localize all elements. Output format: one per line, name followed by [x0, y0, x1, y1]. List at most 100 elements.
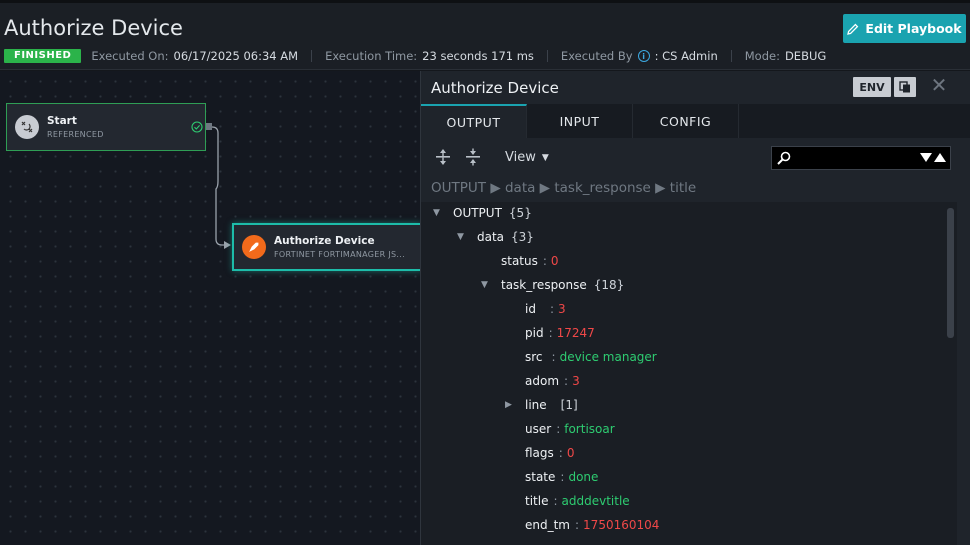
caret-down-icon[interactable]: ▼	[433, 208, 447, 218]
execution-header: Authorize Device Edit Playbook FINISHED …	[0, 0, 970, 70]
executed-by-label: Executed By	[560, 49, 633, 63]
view-label: View	[505, 150, 536, 165]
prev-match-icon[interactable]	[934, 153, 946, 162]
edit-playbook-button[interactable]: Edit Playbook	[843, 14, 966, 43]
start-node[interactable]: Start REFERENCED	[6, 103, 206, 151]
tree-value: fortisoar	[564, 422, 615, 436]
tree-row-line[interactable]: ▶ line [1]	[505, 394, 578, 416]
tree-value: 0	[550, 254, 559, 268]
tree-value: adddevtitle	[561, 494, 630, 508]
tree-value: 17247	[556, 326, 595, 340]
executed-by-value: : CS Admin	[654, 49, 718, 63]
tree-key: task_response	[501, 278, 587, 292]
tree-row-flags[interactable]: flags: 0	[525, 442, 574, 464]
tree-row-task-response[interactable]: ▼ task_response {18}	[481, 274, 624, 296]
execution-time: Execution Time: 23 seconds 171 ms	[325, 49, 534, 63]
executed-by: Executed By i : CS Admin	[561, 49, 718, 63]
authorize-node-title: Authorize Device	[274, 235, 375, 247]
next-match-icon[interactable]	[920, 153, 932, 162]
expand-all-icon[interactable]	[434, 148, 452, 166]
authorize-node-subtitle: FORTINET FORTIMANAGER JS...	[274, 250, 405, 259]
view-dropdown[interactable]: View ▼	[505, 150, 549, 165]
tree-key: status	[501, 254, 538, 268]
tree-key: id	[525, 302, 536, 316]
tree-value: device manager	[559, 350, 657, 364]
fortinet-icon	[242, 235, 266, 259]
executed-on-value: 06/17/2025 06:34 AM	[173, 49, 299, 63]
tree-count: [1]	[560, 398, 578, 412]
panel-title: Authorize Device	[431, 79, 559, 97]
copy-button[interactable]	[894, 77, 916, 97]
tree-row-title[interactable]: title: adddevtitle	[525, 490, 630, 512]
tree-key: flags	[525, 446, 554, 460]
tree-count: {5}	[508, 206, 532, 220]
tree-row-adom[interactable]: adom: 3	[525, 370, 580, 392]
edit-playbook-label: Edit Playbook	[865, 21, 962, 36]
panel-tabs: OUTPUT INPUT CONFIG	[421, 104, 970, 138]
executed-on: Executed On: 06/17/2025 06:34 AM	[91, 49, 298, 63]
tree-count: {3}	[511, 230, 534, 244]
tree-key: end_tm	[525, 518, 570, 532]
authorize-device-node[interactable]: Authorize Device FORTINET FORTIMANAGER J…	[232, 223, 422, 271]
caret-down-icon[interactable]: ▼	[457, 232, 471, 242]
tree-count: {18}	[593, 278, 625, 292]
mode-value: DEBUG	[784, 49, 827, 63]
tab-input[interactable]: INPUT	[527, 104, 633, 138]
step-detail-panel: Authorize Device ENV ✕ OUTPUT INPUT CONF…	[420, 71, 970, 545]
execution-time-label: Execution Time:	[325, 49, 418, 63]
tree-row-src[interactable]: src: device manager	[525, 346, 657, 368]
execution-time-value: 23 seconds 171 ms	[422, 49, 534, 63]
top-border	[0, 0, 970, 3]
caret-down-icon[interactable]: ▼	[481, 280, 495, 290]
tree-row-user[interactable]: user: fortisoar	[525, 418, 615, 440]
env-button[interactable]: ENV	[853, 77, 891, 97]
divider	[730, 50, 732, 62]
tree-value: 3	[572, 374, 580, 388]
start-node-subtitle: REFERENCED	[47, 130, 104, 139]
tree-key: src	[525, 350, 543, 364]
tree-row-state[interactable]: state: done	[525, 466, 598, 488]
tree-row-status[interactable]: status: 0	[501, 250, 559, 272]
json-tree: ▼ OUTPUT {5} ▼ data {3} status: 0 ▼ task…	[421, 202, 957, 545]
json-toolbar: View ▼	[421, 138, 970, 176]
tree-row-data[interactable]: ▼ data {3}	[457, 226, 534, 248]
tree-value: 3	[558, 302, 566, 316]
page-title: Authorize Device	[4, 16, 183, 40]
tree-row-pid[interactable]: pid: 17247	[525, 322, 595, 344]
close-icon[interactable]: ✕	[929, 73, 949, 97]
start-node-title: Start	[47, 115, 77, 127]
tree-key: adom	[525, 374, 560, 388]
status-badge: FINISHED	[4, 49, 82, 63]
tree-key: data	[477, 230, 505, 244]
tab-config[interactable]: CONFIG	[633, 104, 739, 138]
pencil-icon	[847, 23, 859, 35]
copy-icon	[899, 81, 910, 93]
search-icon	[777, 151, 791, 165]
tree-key: title	[525, 494, 549, 508]
executed-on-label: Executed On:	[91, 49, 169, 63]
tree-value: done	[568, 470, 599, 484]
mode-label: Mode:	[744, 49, 780, 63]
check-circle-icon	[191, 121, 203, 133]
tree-value: 1750160104	[583, 518, 660, 532]
tree-row-end-tm[interactable]: end_tm: 1750160104	[525, 514, 659, 536]
json-breadcrumb: OUTPUT ▶ data ▶ task_response ▶ title	[431, 180, 697, 196]
tree-row-output[interactable]: ▼ OUTPUT {5}	[433, 202, 532, 224]
collapse-all-icon[interactable]	[464, 148, 482, 166]
start-icon	[15, 115, 39, 139]
playbook-canvas[interactable]: Start REFERENCED Authorize Device FORTIN…	[0, 71, 422, 545]
tree-scrollbar[interactable]	[947, 208, 954, 338]
tree-value: 0	[566, 446, 575, 460]
tab-output[interactable]: OUTPUT	[421, 104, 527, 138]
mode: Mode: DEBUG	[745, 49, 827, 63]
tree-key: user	[525, 422, 552, 436]
tree-key: line	[525, 398, 547, 412]
tree-key: OUTPUT	[453, 206, 502, 220]
execution-meta: FINISHED Executed On: 06/17/2025 06:34 A…	[4, 48, 826, 64]
caret-down-icon: ▼	[541, 152, 549, 163]
tree-row-id[interactable]: id: 3	[525, 298, 566, 320]
divider	[546, 50, 548, 62]
caret-right-icon[interactable]: ▶	[505, 400, 519, 410]
info-icon[interactable]: i	[637, 50, 650, 62]
tree-key: pid	[525, 326, 544, 340]
